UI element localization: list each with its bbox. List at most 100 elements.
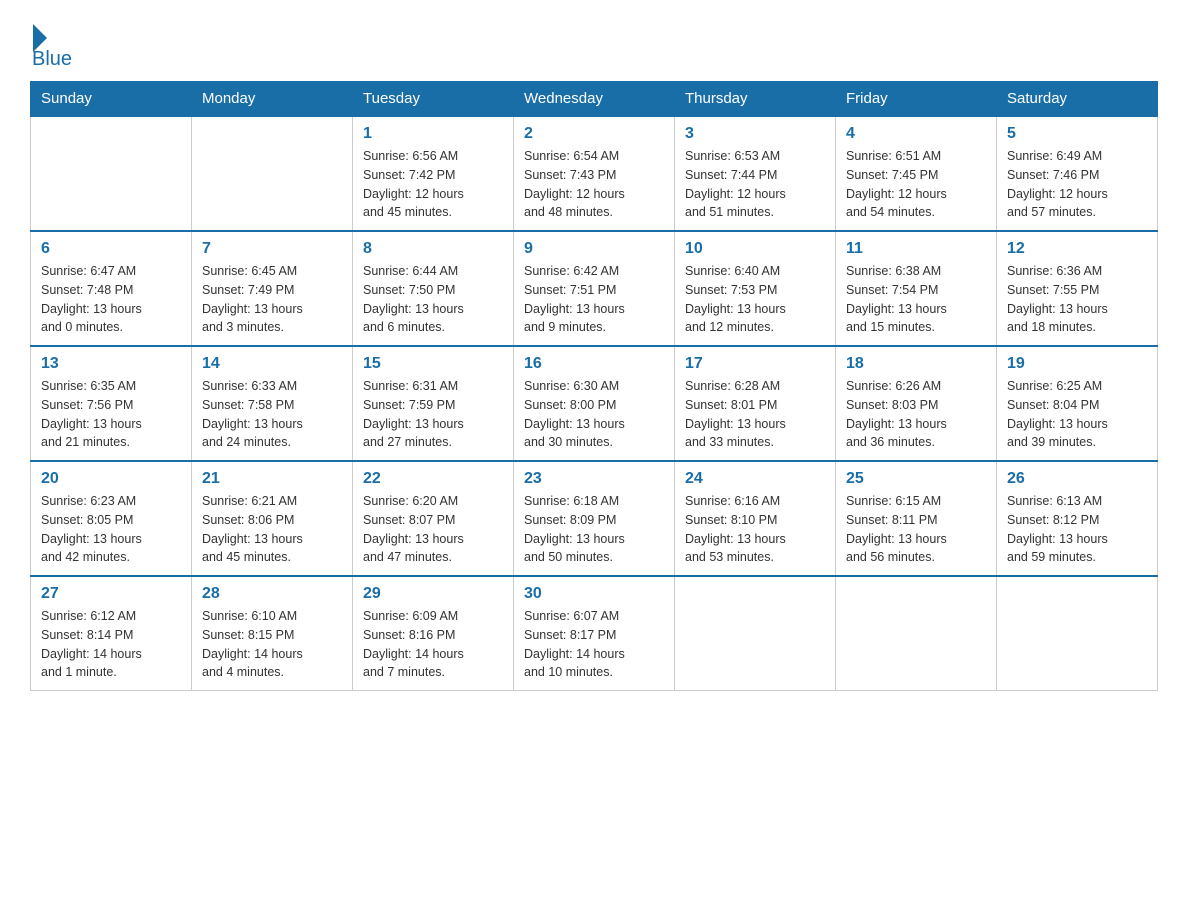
calendar-cell — [836, 576, 997, 691]
day-number: 27 — [41, 585, 181, 603]
day-info: Sunrise: 6:44 AM Sunset: 7:50 PM Dayligh… — [363, 262, 503, 337]
calendar-cell — [192, 116, 353, 231]
day-info: Sunrise: 6:38 AM Sunset: 7:54 PM Dayligh… — [846, 262, 986, 337]
day-info: Sunrise: 6:40 AM Sunset: 7:53 PM Dayligh… — [685, 262, 825, 337]
calendar-cell: 27 Sunrise: 6:12 AM Sunset: 8:14 PM Dayli… — [31, 576, 192, 691]
calendar-cell: 11 Sunrise: 6:38 AM Sunset: 7:54 PM Dayli… — [836, 231, 997, 346]
day-number: 3 — [685, 125, 825, 143]
header-thursday: Thursday — [675, 82, 836, 117]
calendar-cell: 5 Sunrise: 6:49 AM Sunset: 7:46 PM Daylig… — [997, 116, 1158, 231]
week-row-5: 27 Sunrise: 6:12 AM Sunset: 8:14 PM Dayli… — [31, 576, 1158, 691]
day-number: 18 — [846, 355, 986, 373]
calendar-cell: 28 Sunrise: 6:10 AM Sunset: 8:15 PM Dayli… — [192, 576, 353, 691]
day-info: Sunrise: 6:31 AM Sunset: 7:59 PM Dayligh… — [363, 377, 503, 452]
calendar-cell: 6 Sunrise: 6:47 AM Sunset: 7:48 PM Daylig… — [31, 231, 192, 346]
day-number: 21 — [202, 470, 342, 488]
calendar-cell: 12 Sunrise: 6:36 AM Sunset: 7:55 PM Dayli… — [997, 231, 1158, 346]
day-number: 7 — [202, 240, 342, 258]
calendar-cell: 7 Sunrise: 6:45 AM Sunset: 7:49 PM Daylig… — [192, 231, 353, 346]
day-number: 15 — [363, 355, 503, 373]
calendar-cell: 15 Sunrise: 6:31 AM Sunset: 7:59 PM Dayli… — [353, 346, 514, 461]
calendar-cell — [675, 576, 836, 691]
day-number: 13 — [41, 355, 181, 373]
week-row-2: 6 Sunrise: 6:47 AM Sunset: 7:48 PM Daylig… — [31, 231, 1158, 346]
calendar-cell: 18 Sunrise: 6:26 AM Sunset: 8:03 PM Dayli… — [836, 346, 997, 461]
day-number: 14 — [202, 355, 342, 373]
calendar-cell: 26 Sunrise: 6:13 AM Sunset: 8:12 PM Dayli… — [997, 461, 1158, 576]
day-number: 23 — [524, 470, 664, 488]
day-info: Sunrise: 6:54 AM Sunset: 7:43 PM Dayligh… — [524, 147, 664, 222]
day-info: Sunrise: 6:21 AM Sunset: 8:06 PM Dayligh… — [202, 492, 342, 567]
calendar-cell — [31, 116, 192, 231]
day-info: Sunrise: 6:25 AM Sunset: 8:04 PM Dayligh… — [1007, 377, 1147, 452]
day-info: Sunrise: 6:20 AM Sunset: 8:07 PM Dayligh… — [363, 492, 503, 567]
header-friday: Friday — [836, 82, 997, 117]
day-info: Sunrise: 6:53 AM Sunset: 7:44 PM Dayligh… — [685, 147, 825, 222]
calendar-cell: 3 Sunrise: 6:53 AM Sunset: 7:44 PM Daylig… — [675, 116, 836, 231]
day-number: 6 — [41, 240, 181, 258]
day-info: Sunrise: 6:15 AM Sunset: 8:11 PM Dayligh… — [846, 492, 986, 567]
calendar-cell: 4Sunrise: 6:51 AM Sunset: 7:45 PM Daylig… — [836, 116, 997, 231]
calendar-cell: 16 Sunrise: 6:30 AM Sunset: 8:00 PM Dayli… — [514, 346, 675, 461]
day-info: Sunrise: 6:12 AM Sunset: 8:14 PM Dayligh… — [41, 607, 181, 682]
calendar-cell: 22 Sunrise: 6:20 AM Sunset: 8:07 PM Dayli… — [353, 461, 514, 576]
calendar-cell: 23 Sunrise: 6:18 AM Sunset: 8:09 PM Dayli… — [514, 461, 675, 576]
day-number: 16 — [524, 355, 664, 373]
day-info: Sunrise: 6:35 AM Sunset: 7:56 PM Dayligh… — [41, 377, 181, 452]
day-info: Sunrise: 6:56 AM Sunset: 7:42 PM Dayligh… — [363, 147, 503, 222]
calendar-cell: 8 Sunrise: 6:44 AM Sunset: 7:50 PM Daylig… — [353, 231, 514, 346]
calendar-cell: 25Sunrise: 6:15 AM Sunset: 8:11 PM Dayli… — [836, 461, 997, 576]
calendar-cell: 13 Sunrise: 6:35 AM Sunset: 7:56 PM Dayli… — [31, 346, 192, 461]
calendar-cell — [997, 576, 1158, 691]
day-info: Sunrise: 6:26 AM Sunset: 8:03 PM Dayligh… — [846, 377, 986, 452]
day-number: 17 — [685, 355, 825, 373]
day-number: 2 — [524, 125, 664, 143]
logo-subtitle: Blue — [32, 48, 72, 71]
day-number: 11 — [846, 240, 986, 258]
calendar-cell: 30Sunrise: 6:07 AM Sunset: 8:17 PM Dayli… — [514, 576, 675, 691]
day-info: Sunrise: 6:16 AM Sunset: 8:10 PM Dayligh… — [685, 492, 825, 567]
calendar-cell: 20 Sunrise: 6:23 AM Sunset: 8:05 PM Dayli… — [31, 461, 192, 576]
day-info: Sunrise: 6:13 AM Sunset: 8:12 PM Dayligh… — [1007, 492, 1147, 567]
day-info: Sunrise: 6:30 AM Sunset: 8:00 PM Dayligh… — [524, 377, 664, 452]
day-number: 8 — [363, 240, 503, 258]
day-info: Sunrise: 6:18 AM Sunset: 8:09 PM Dayligh… — [524, 492, 664, 567]
day-number: 5 — [1007, 125, 1147, 143]
day-info: Sunrise: 6:36 AM Sunset: 7:55 PM Dayligh… — [1007, 262, 1147, 337]
day-number: 19 — [1007, 355, 1147, 373]
calendar-cell: 9 Sunrise: 6:42 AM Sunset: 7:51 PM Daylig… — [514, 231, 675, 346]
header-sunday: Sunday — [31, 82, 192, 117]
day-number: 28 — [202, 585, 342, 603]
calendar-header-row: SundayMondayTuesdayWednesdayThursdayFrid… — [31, 82, 1158, 117]
day-info: Sunrise: 6:10 AM Sunset: 8:15 PM Dayligh… — [202, 607, 342, 682]
page-header: Blue — [30, 20, 1158, 71]
day-info: Sunrise: 6:28 AM Sunset: 8:01 PM Dayligh… — [685, 377, 825, 452]
day-number: 9 — [524, 240, 664, 258]
week-row-4: 20 Sunrise: 6:23 AM Sunset: 8:05 PM Dayli… — [31, 461, 1158, 576]
day-info: Sunrise: 6:07 AM Sunset: 8:17 PM Dayligh… — [524, 607, 664, 682]
day-info: Sunrise: 6:47 AM Sunset: 7:48 PM Dayligh… — [41, 262, 181, 337]
calendar-cell: 24Sunrise: 6:16 AM Sunset: 8:10 PM Dayli… — [675, 461, 836, 576]
week-row-3: 13 Sunrise: 6:35 AM Sunset: 7:56 PM Dayli… — [31, 346, 1158, 461]
day-info: Sunrise: 6:42 AM Sunset: 7:51 PM Dayligh… — [524, 262, 664, 337]
calendar-cell: 19 Sunrise: 6:25 AM Sunset: 8:04 PM Dayli… — [997, 346, 1158, 461]
calendar-table: SundayMondayTuesdayWednesdayThursdayFrid… — [30, 81, 1158, 691]
day-number: 29 — [363, 585, 503, 603]
day-number: 26 — [1007, 470, 1147, 488]
day-info: Sunrise: 6:51 AM Sunset: 7:45 PM Dayligh… — [846, 147, 986, 222]
day-number: 10 — [685, 240, 825, 258]
day-info: Sunrise: 6:49 AM Sunset: 7:46 PM Dayligh… — [1007, 147, 1147, 222]
header-tuesday: Tuesday — [353, 82, 514, 117]
day-number: 12 — [1007, 240, 1147, 258]
day-info: Sunrise: 6:33 AM Sunset: 7:58 PM Dayligh… — [202, 377, 342, 452]
calendar-cell: 10 Sunrise: 6:40 AM Sunset: 7:53 PM Dayli… — [675, 231, 836, 346]
day-number: 20 — [41, 470, 181, 488]
day-info: Sunrise: 6:23 AM Sunset: 8:05 PM Dayligh… — [41, 492, 181, 567]
week-row-1: 1Sunrise: 6:56 AM Sunset: 7:42 PM Daylig… — [31, 116, 1158, 231]
header-saturday: Saturday — [997, 82, 1158, 117]
calendar-cell: 1Sunrise: 6:56 AM Sunset: 7:42 PM Daylig… — [353, 116, 514, 231]
day-info: Sunrise: 6:09 AM Sunset: 8:16 PM Dayligh… — [363, 607, 503, 682]
day-info: Sunrise: 6:45 AM Sunset: 7:49 PM Dayligh… — [202, 262, 342, 337]
logo: Blue — [30, 20, 72, 71]
day-number: 22 — [363, 470, 503, 488]
